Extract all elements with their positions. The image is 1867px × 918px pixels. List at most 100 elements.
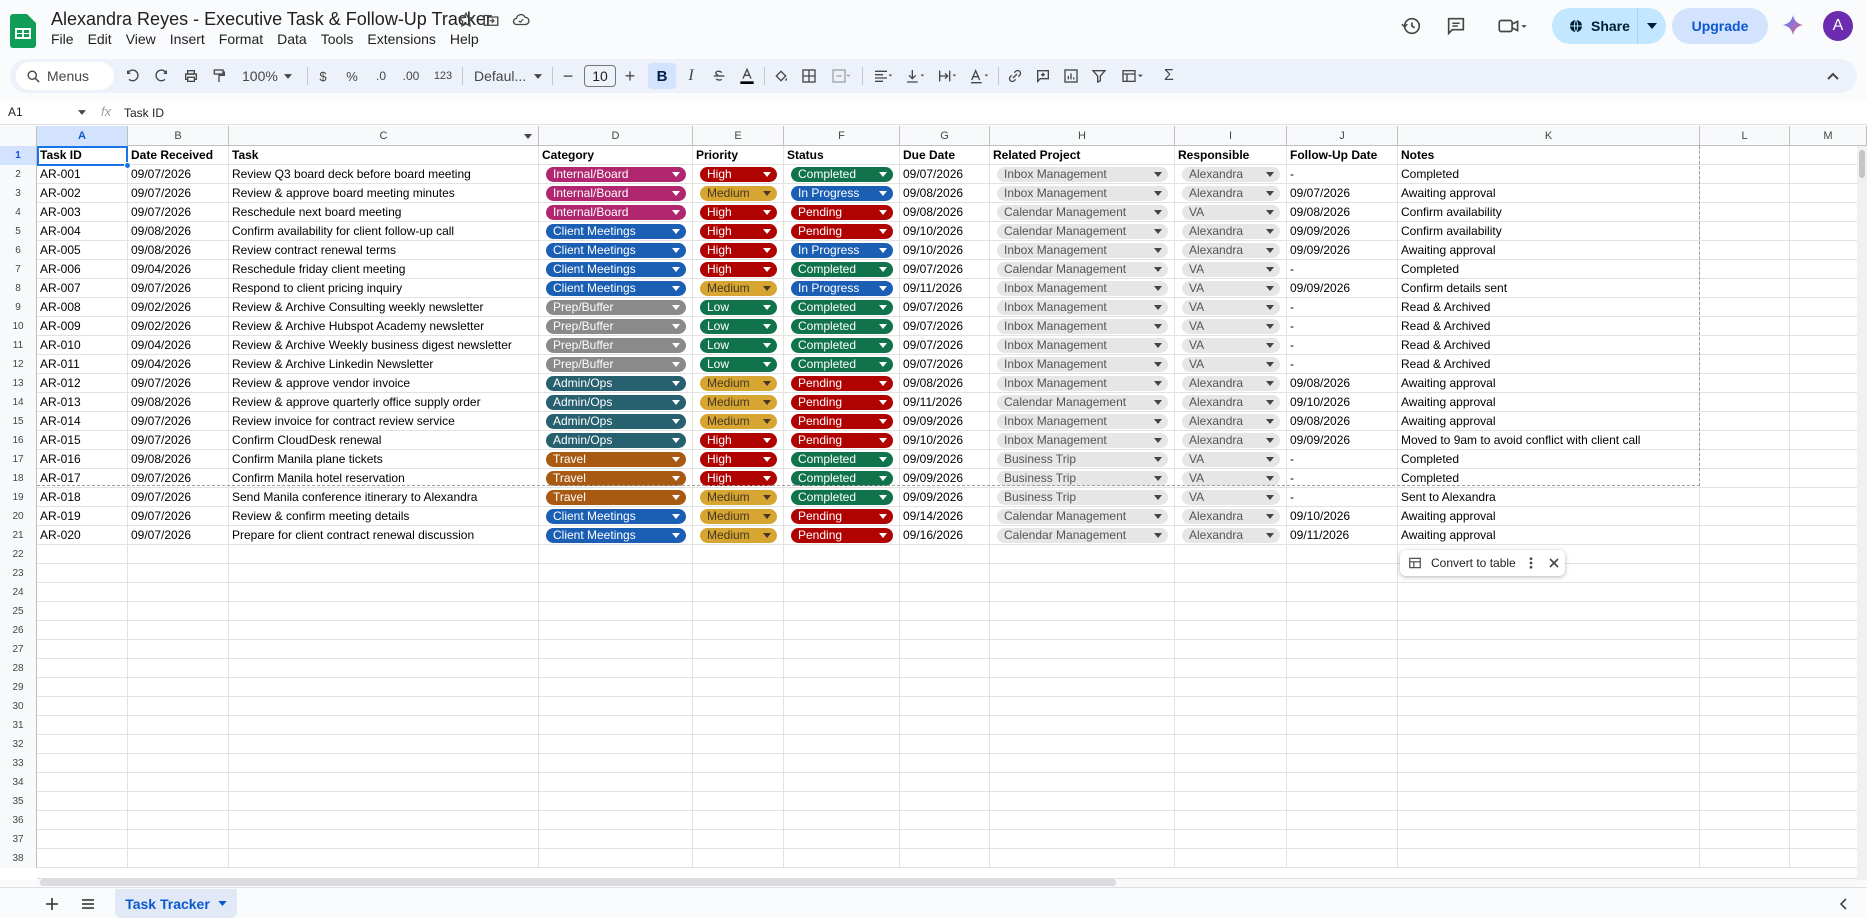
cell-h9[interactable]: Inbox Management bbox=[990, 298, 1175, 317]
row-header-13[interactable]: 13 bbox=[0, 374, 37, 393]
cell-i6[interactable]: Alexandra bbox=[1175, 241, 1287, 260]
cell-m24[interactable] bbox=[1790, 583, 1867, 602]
cell-g8[interactable]: 09/11/2026 bbox=[900, 279, 990, 298]
row-header-6[interactable]: 6 bbox=[0, 241, 37, 260]
cell-d15[interactable]: Admin/Ops bbox=[539, 412, 693, 431]
paint-format-icon[interactable] bbox=[208, 64, 230, 88]
cell-h35[interactable] bbox=[990, 792, 1175, 811]
row-header-35[interactable]: 35 bbox=[0, 792, 37, 811]
cell-c4[interactable]: Reschedule next board meeting bbox=[229, 203, 539, 222]
cell-g10[interactable]: 09/07/2026 bbox=[900, 317, 990, 336]
cell-e26[interactable] bbox=[693, 621, 784, 640]
cell-a14[interactable]: AR-013 bbox=[37, 393, 128, 412]
priority-chip[interactable]: Medium bbox=[700, 528, 777, 543]
cell-l1[interactable] bbox=[1700, 146, 1790, 165]
version-history-icon[interactable] bbox=[1398, 13, 1424, 39]
cell-c27[interactable] bbox=[229, 640, 539, 659]
cell-i13[interactable]: Alexandra bbox=[1175, 374, 1287, 393]
cell-h7[interactable]: Calendar Management bbox=[990, 260, 1175, 279]
cell-d22[interactable] bbox=[539, 545, 693, 564]
menu-extensions[interactable]: Extensions bbox=[360, 30, 442, 50]
cell-b15[interactable]: 09/07/2026 bbox=[128, 412, 229, 431]
dropdown-chip[interactable]: Business Trip bbox=[997, 471, 1168, 486]
row-header-17[interactable]: 17 bbox=[0, 450, 37, 469]
cell-m8[interactable] bbox=[1790, 279, 1867, 298]
cell-d32[interactable] bbox=[539, 735, 693, 754]
cell-g18[interactable]: 09/09/2026 bbox=[900, 469, 990, 488]
cell-l10[interactable] bbox=[1700, 317, 1790, 336]
cell-i31[interactable] bbox=[1175, 716, 1287, 735]
category-chip[interactable]: Travel bbox=[546, 452, 686, 467]
cell-k12[interactable]: Read & Archived bbox=[1398, 355, 1700, 374]
cell-g19[interactable]: 09/09/2026 bbox=[900, 488, 990, 507]
cell-j37[interactable] bbox=[1287, 830, 1398, 849]
cell-l17[interactable] bbox=[1700, 450, 1790, 469]
dropdown-chip[interactable]: VA bbox=[1182, 471, 1280, 486]
cell-g2[interactable]: 09/07/2026 bbox=[900, 165, 990, 184]
category-chip[interactable]: Travel bbox=[546, 490, 686, 505]
cell-a2[interactable]: AR-001 bbox=[37, 165, 128, 184]
cell-b38[interactable] bbox=[128, 849, 229, 868]
cell-i35[interactable] bbox=[1175, 792, 1287, 811]
cell-l15[interactable] bbox=[1700, 412, 1790, 431]
cell-e30[interactable] bbox=[693, 697, 784, 716]
cell-e31[interactable] bbox=[693, 716, 784, 735]
row-header-31[interactable]: 31 bbox=[0, 716, 37, 735]
text-wrap-icon[interactable] bbox=[932, 64, 962, 88]
status-chip[interactable]: Completed bbox=[791, 262, 893, 277]
cell-a10[interactable]: AR-009 bbox=[37, 317, 128, 336]
cell-d14[interactable]: Admin/Ops bbox=[539, 393, 693, 412]
cell-h2[interactable]: Inbox Management bbox=[990, 165, 1175, 184]
cell-k15[interactable]: Awaiting approval bbox=[1398, 412, 1700, 431]
cell-c38[interactable] bbox=[229, 849, 539, 868]
category-chip[interactable]: Prep/Buffer bbox=[546, 300, 686, 315]
cell-b7[interactable]: 09/04/2026 bbox=[128, 260, 229, 279]
priority-chip[interactable]: Medium bbox=[700, 281, 777, 296]
cell-m34[interactable] bbox=[1790, 773, 1867, 792]
cell-f17[interactable]: Completed bbox=[784, 450, 900, 469]
priority-chip[interactable]: Low bbox=[700, 319, 777, 334]
dropdown-chip[interactable]: VA bbox=[1182, 452, 1280, 467]
cell-d16[interactable]: Admin/Ops bbox=[539, 431, 693, 450]
cell-k21[interactable]: Awaiting approval bbox=[1398, 526, 1700, 545]
status-chip[interactable]: In Progress bbox=[791, 243, 893, 258]
cell-b17[interactable]: 09/08/2026 bbox=[128, 450, 229, 469]
cell-c16[interactable]: Confirm CloudDesk renewal bbox=[229, 431, 539, 450]
priority-chip[interactable]: High bbox=[700, 471, 777, 486]
cell-b16[interactable]: 09/07/2026 bbox=[128, 431, 229, 450]
cell-h37[interactable] bbox=[990, 830, 1175, 849]
cell-m30[interactable] bbox=[1790, 697, 1867, 716]
cell-e24[interactable] bbox=[693, 583, 784, 602]
insert-link-icon[interactable] bbox=[1004, 64, 1026, 88]
cell-i1[interactable]: Responsible bbox=[1175, 146, 1287, 165]
column-menu-icon[interactable] bbox=[524, 134, 532, 139]
cell-d4[interactable]: Internal/Board bbox=[539, 203, 693, 222]
category-chip[interactable]: Client Meetings bbox=[546, 243, 686, 258]
cell-b5[interactable]: 09/08/2026 bbox=[128, 222, 229, 241]
priority-chip[interactable]: Medium bbox=[700, 414, 777, 429]
cell-a36[interactable] bbox=[37, 811, 128, 830]
cell-k31[interactable] bbox=[1398, 716, 1700, 735]
cell-c13[interactable]: Review & approve vendor invoice bbox=[229, 374, 539, 393]
priority-chip[interactable]: High bbox=[700, 243, 777, 258]
cell-k32[interactable] bbox=[1398, 735, 1700, 754]
cell-l21[interactable] bbox=[1700, 526, 1790, 545]
cell-f38[interactable] bbox=[784, 849, 900, 868]
dropdown-chip[interactable]: VA bbox=[1182, 490, 1280, 505]
column-header-c[interactable]: C bbox=[229, 126, 539, 146]
cell-h22[interactable] bbox=[990, 545, 1175, 564]
cell-l12[interactable] bbox=[1700, 355, 1790, 374]
cell-l36[interactable] bbox=[1700, 811, 1790, 830]
dropdown-chip[interactable]: Calendar Management bbox=[997, 205, 1168, 220]
dropdown-chip[interactable]: VA bbox=[1182, 300, 1280, 315]
italic-button[interactable]: I bbox=[680, 64, 702, 88]
row-header-34[interactable]: 34 bbox=[0, 773, 37, 792]
status-chip[interactable]: Completed bbox=[791, 452, 893, 467]
row-header-22[interactable]: 22 bbox=[0, 545, 37, 564]
row-header-3[interactable]: 3 bbox=[0, 184, 37, 203]
cell-c33[interactable] bbox=[229, 754, 539, 773]
cell-m32[interactable] bbox=[1790, 735, 1867, 754]
cell-k26[interactable] bbox=[1398, 621, 1700, 640]
status-chip[interactable]: Completed bbox=[791, 167, 893, 182]
cell-l5[interactable] bbox=[1700, 222, 1790, 241]
